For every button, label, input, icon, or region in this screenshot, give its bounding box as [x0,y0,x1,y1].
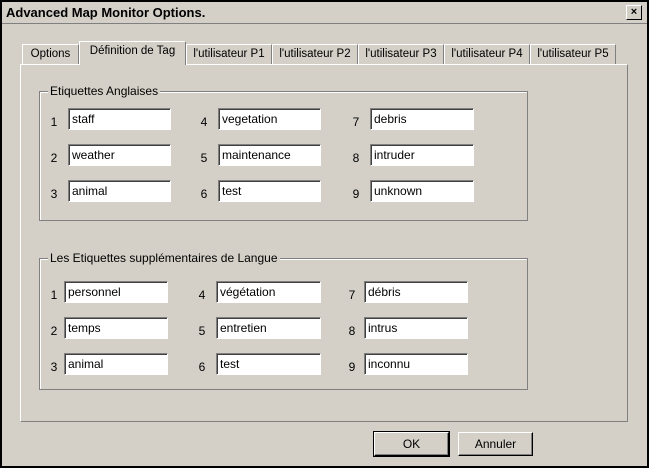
tag-number: 3 [50,360,58,374]
english-tag-6-field[interactable]: test [218,180,321,202]
tag-number: 7 [348,288,356,302]
language-tag-7-field[interactable]: débris [364,281,468,303]
tag-number: 9 [348,360,356,374]
tag-number: 3 [50,187,58,201]
tag-number: 2 [50,151,58,165]
window-title: Advanced Map Monitor Options. [6,5,206,20]
tag-number: 5 [200,151,208,165]
english-tag-5-field[interactable]: maintenance [218,144,321,166]
tab-panel: Etiquettes Anglaises 1 staff 2 weather 3… [20,64,628,422]
tab-tag-definition[interactable]: Définition de Tag [79,41,186,65]
english-tag-9-field[interactable]: unknown [370,180,474,202]
close-button[interactable]: × [626,5,642,20]
tab-user-p5[interactable]: l'utilisateur P5 [530,44,616,64]
english-tags-group: Etiquettes Anglaises 1 staff 2 weather 3… [39,84,528,221]
language-tag-9-field[interactable]: inconnu [364,353,468,375]
tag-number: 9 [352,187,360,201]
english-tag-8-field[interactable]: intruder [370,144,474,166]
tag-number: 1 [50,115,58,129]
english-tag-4-field[interactable]: vegetation [218,108,321,130]
language-tags-group: Les Etiquettes supplémentaires de Langue… [39,251,528,390]
language-tag-8-field[interactable]: intrus [364,317,468,339]
tab-user-p1[interactable]: l'utilisateur P1 [186,44,272,64]
tag-number: 4 [198,288,206,302]
language-tag-5-field[interactable]: entretien [216,317,321,339]
english-tag-3-field[interactable]: animal [68,180,171,202]
tab-user-p2[interactable]: l'utilisateur P2 [272,44,358,64]
tab-user-p4[interactable]: l'utilisateur P4 [444,44,530,64]
english-tag-1-field[interactable]: staff [68,108,171,130]
language-tag-4-field[interactable]: végétation [216,281,321,303]
tag-number: 6 [200,187,208,201]
language-tag-2-field[interactable]: temps [64,317,168,339]
tab-options[interactable]: Options [22,44,79,64]
tag-number: 7 [352,115,360,129]
language-tag-6-field[interactable]: test [216,353,321,375]
tag-number: 6 [198,360,206,374]
language-tag-1-field[interactable]: personnel [64,281,168,303]
tag-number: 8 [348,324,356,338]
english-tag-7-field[interactable]: debris [370,108,474,130]
tag-number: 2 [50,324,58,338]
group-label: Les Etiquettes supplémentaires de Langue [48,251,280,265]
tag-number: 1 [50,288,58,302]
tag-number: 4 [200,115,208,129]
ok-button[interactable]: OK [373,431,450,457]
tag-number: 5 [198,324,206,338]
tab-user-p3[interactable]: l'utilisateur P3 [358,44,444,64]
english-tag-2-field[interactable]: weather [68,144,171,166]
title-bar: Advanced Map Monitor Options. × [2,2,647,24]
language-tag-3-field[interactable]: animal [64,353,168,375]
tag-number: 8 [352,151,360,165]
cancel-button[interactable]: Annuler [458,432,533,456]
group-label: Etiquettes Anglaises [48,84,161,98]
